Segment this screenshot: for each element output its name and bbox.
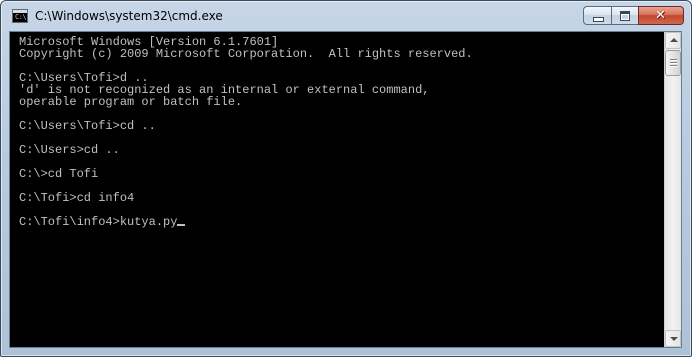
arrow-down-icon <box>670 337 678 341</box>
arrow-up-icon <box>670 38 678 42</box>
console-client-area: Microsoft Windows [Version 6.1.7601] Cop… <box>9 31 682 348</box>
cmd-icon[interactable]: C:\ <box>12 9 28 23</box>
grip-line-icon <box>670 65 677 66</box>
text-cursor <box>177 224 186 226</box>
console-line: C:\Users\Tofi>cd .. <box>19 119 156 133</box>
caption-buttons: ✕ <box>583 6 684 25</box>
close-button[interactable]: ✕ <box>638 6 684 25</box>
console-line: C:\Tofi>cd info4 <box>19 191 135 205</box>
vertical-scrollbar[interactable] <box>664 32 681 347</box>
maximize-button[interactable] <box>611 6 638 25</box>
scroll-thumb[interactable] <box>665 50 681 76</box>
maximize-icon <box>620 11 630 21</box>
console-output[interactable]: Microsoft Windows [Version 6.1.7601] Cop… <box>10 32 664 347</box>
cmd-icon-text: C:\ <box>15 13 27 21</box>
window-title: C:\Windows\system32\cmd.exe <box>35 9 223 23</box>
minimize-button[interactable] <box>583 6 611 25</box>
scroll-up-button[interactable] <box>665 32 681 49</box>
grip-line-icon <box>670 59 677 60</box>
grip-line-icon <box>670 62 677 63</box>
cmd-window: C:\ C:\Windows\system32\cmd.exe ✕ Micros… <box>0 0 692 357</box>
close-icon: ✕ <box>655 8 666 23</box>
console-line: Copyright (c) 2009 Microsoft Corporation… <box>19 47 473 61</box>
scroll-down-button[interactable] <box>665 330 681 347</box>
console-line: C:\>cd Tofi <box>19 167 99 181</box>
console-line: C:\Users>cd .. <box>19 143 120 157</box>
minimize-icon <box>593 17 604 22</box>
console-text: Microsoft Windows [Version 6.1.7601] Cop… <box>10 32 664 228</box>
console-prompt-line: C:\Tofi\info4>kutya.py <box>19 215 178 229</box>
title-bar[interactable]: C:\ C:\Windows\system32\cmd.exe ✕ <box>1 1 691 31</box>
console-line: operable program or batch file. <box>19 95 243 109</box>
